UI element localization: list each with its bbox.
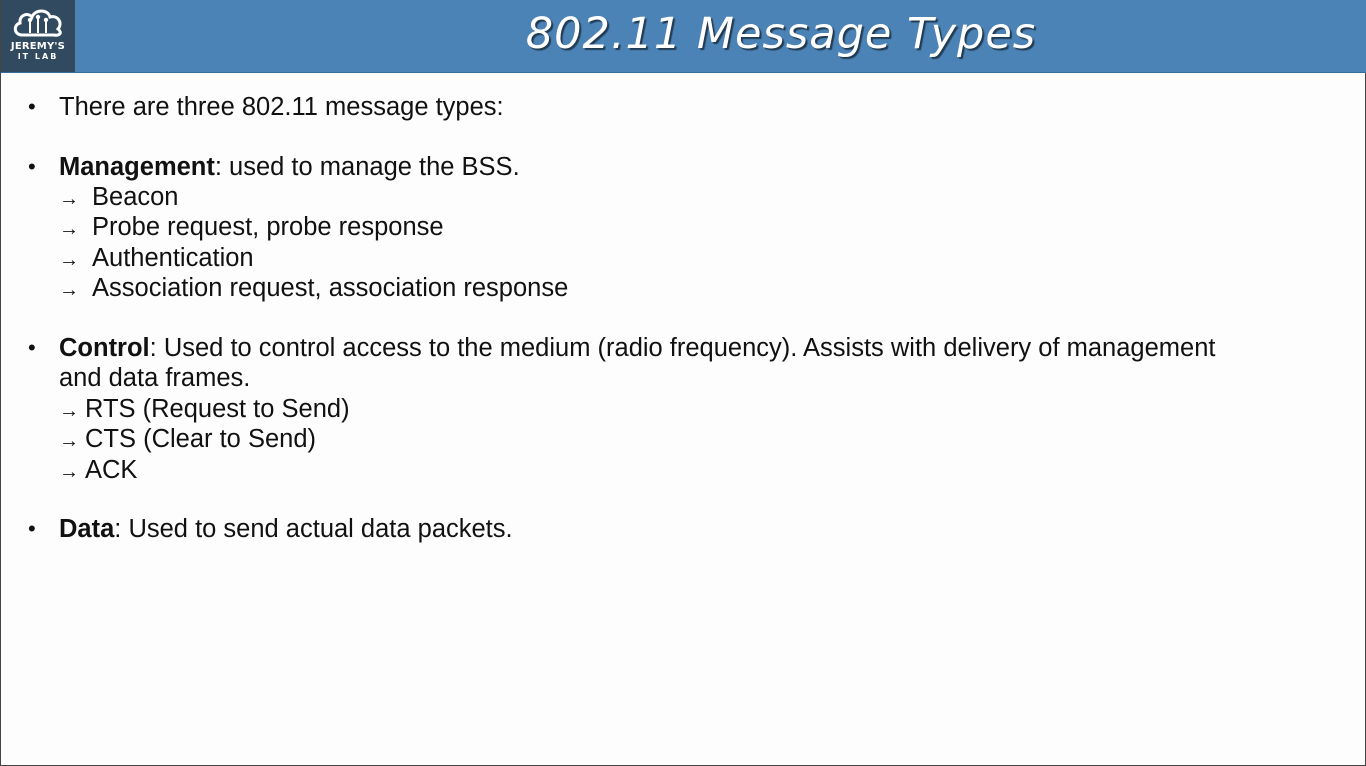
bullet-data: Data: Used to send actual data packets. [59,514,513,544]
list-item: → CTS (Clear to Send) [59,424,316,456]
arrow-icon: → [59,430,79,452]
bullet-intro: There are three 802.11 message types: [59,93,504,121]
bullet-dot: • [28,94,36,119]
term-data: Data [59,515,115,543]
bullet-dot: • [28,335,36,360]
list-item: → RTS (Request to Send) [59,394,350,426]
slide-body: • There are three 802.11 message types: … [1,0,1366,766]
bullet-dot: • [28,516,36,541]
arrow-icon: → [59,218,79,240]
arrow-icon: → [59,279,79,301]
bullet-control: Control: Used to control access to the m… [59,333,1215,363]
arrow-icon: → [59,400,79,422]
slide: JEREMY'S IT LAB 802.11 Message Types • T… [0,0,1366,766]
control-description-continued: and data frames. [59,364,251,392]
list-item: → ACK [59,455,137,487]
list-item: → Beacon [59,182,179,214]
list-item: → Authentication [59,243,254,275]
management-description: : used to manage the BSS. [214,153,520,181]
list-item: → Association request, association respon… [59,273,568,305]
term-control: Control [59,334,150,362]
arrow-icon: → [59,188,79,210]
control-description: : Used to control access to the medium (… [149,334,1216,362]
arrow-icon: → [59,461,79,483]
bullet-dot: • [28,154,36,179]
list-item: → Probe request, probe response [59,212,444,244]
data-description: : Used to send actual data packets. [114,515,513,543]
arrow-icon: → [59,249,79,271]
bullet-management: Management: used to manage the BSS. [59,152,520,182]
term-management: Management [59,153,215,181]
